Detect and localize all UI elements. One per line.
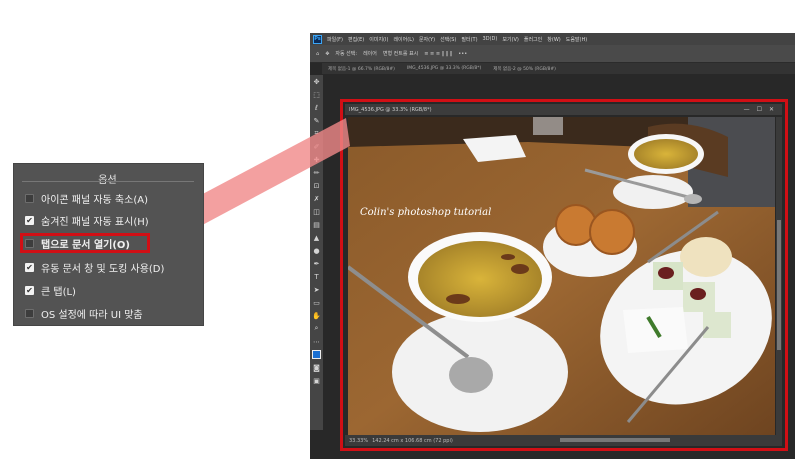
checkbox-checked[interactable]: ✔ <box>25 215 34 225</box>
option-label: OS 설정에 따라 UI 맞춤 <box>41 309 143 321</box>
checkbox-unchecked[interactable] <box>25 193 34 203</box>
checkbox-checked[interactable]: ✔ <box>25 285 34 295</box>
option-auto-show-hidden-panels[interactable]: ✔ 숨겨진 패널 자동 표시(H) <box>25 212 149 228</box>
option-label: 큰 탭(L) <box>41 286 76 298</box>
checkbox-checked[interactable]: ✔ <box>25 262 34 272</box>
checkbox-unchecked[interactable] <box>25 308 34 318</box>
options-panel-title: 옵션 <box>13 163 202 186</box>
options-divider <box>22 181 194 182</box>
option-highlight-box <box>20 233 150 253</box>
option-label: 유동 문서 창 및 도킹 사용(D) <box>41 263 165 275</box>
option-label: 아이콘 패널 자동 축소(A) <box>41 194 148 206</box>
option-auto-collapse-icon-panels[interactable]: 아이콘 패널 자동 축소(A) <box>25 190 148 206</box>
option-label: 숨겨진 패널 자동 표시(H) <box>41 216 149 228</box>
option-large-tabs[interactable]: ✔ 큰 탭(L) <box>25 282 76 298</box>
option-enable-floating-document-docking[interactable]: ✔ 유동 문서 창 및 도킹 사용(D) <box>25 259 164 275</box>
option-scale-ui-to-os[interactable]: OS 설정에 따라 UI 맞춤 <box>25 305 143 321</box>
